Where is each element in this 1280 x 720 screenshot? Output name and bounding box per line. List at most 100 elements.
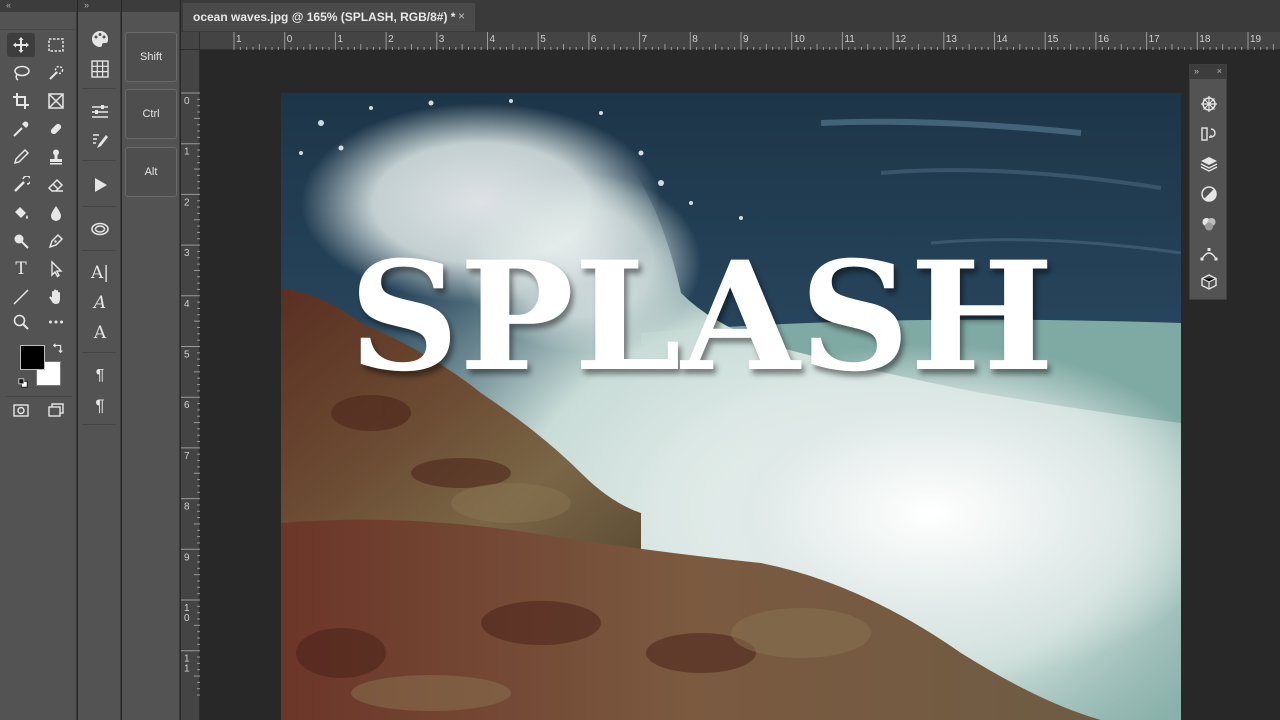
- ruler-tick-label: 8: [692, 34, 698, 45]
- photo-image: SPLASH: [281, 93, 1181, 720]
- ruler-tick-label: 5: [184, 350, 190, 361]
- history-icon[interactable]: [1198, 123, 1220, 145]
- ruler-tick-label: 19: [1250, 34, 1262, 45]
- ruler-tick-label: 1: [337, 34, 343, 45]
- swatches-grid-icon[interactable]: [85, 56, 115, 82]
- ruler-tick-label: 16: [1098, 34, 1110, 45]
- properties-dock: » A| A A ¶ ¶: [78, 0, 121, 720]
- glyphs-icon[interactable]: A: [85, 290, 115, 316]
- brush-settings-icon[interactable]: [85, 128, 115, 154]
- eyedropper-icon[interactable]: [7, 117, 35, 141]
- swap-colors-icon[interactable]: [50, 340, 66, 356]
- ruler-tick-label: 2: [184, 197, 190, 208]
- tools-collapse-button[interactable]: «: [0, 0, 76, 12]
- libraries-icon[interactable]: [85, 216, 115, 242]
- character-panel-icon[interactable]: A|: [85, 260, 115, 286]
- zoom-icon[interactable]: [7, 310, 35, 334]
- ruler-tick-label: 0: [184, 613, 190, 624]
- clone-stamp-icon[interactable]: [42, 145, 70, 169]
- ruler-tick-label: 13: [946, 34, 958, 45]
- ruler-tick-label: 6: [184, 400, 190, 411]
- foreground-color-swatch[interactable]: [20, 345, 45, 370]
- path-selection-icon[interactable]: [42, 257, 70, 281]
- right-panel-expand-icon[interactable]: »: [1194, 66, 1199, 76]
- ruler-tick-label: 18: [1199, 34, 1211, 45]
- ruler-origin[interactable]: [181, 32, 200, 50]
- tools-panel: « T: [0, 0, 77, 720]
- document-tab-title: ocean waves.jpg @ 165% (SPLASH, RGB/8#) …: [193, 10, 456, 24]
- character-styles-icon[interactable]: A: [85, 320, 115, 346]
- ruler-tick-label: 10: [794, 34, 806, 45]
- paths-icon[interactable]: [1198, 243, 1220, 265]
- vertical-ruler[interactable]: 01234567891011: [181, 50, 200, 720]
- ctrl-key-button[interactable]: Ctrl: [125, 89, 177, 139]
- default-colors-icon[interactable]: [16, 376, 30, 390]
- quick-mask-icon[interactable]: [7, 398, 35, 422]
- right-panel-header: » ×: [1190, 65, 1226, 79]
- crop-icon[interactable]: [7, 89, 35, 113]
- 3d-icon[interactable]: [1198, 271, 1220, 293]
- tools-grip[interactable]: [0, 12, 76, 30]
- healing-brush-icon[interactable]: [42, 117, 70, 141]
- ruler-tick-label: 14: [997, 34, 1009, 45]
- line-tool-icon[interactable]: [7, 285, 35, 309]
- keys-panel-header: [122, 0, 179, 12]
- document-tab[interactable]: ocean waves.jpg @ 165% (SPLASH, RGB/8#) …: [183, 3, 475, 31]
- paint-bucket-icon[interactable]: [7, 201, 35, 225]
- ocean-waves-photo[interactable]: SPLASH: [281, 93, 1181, 720]
- close-tab-icon[interactable]: ×: [458, 9, 465, 23]
- rectangular-marquee-icon[interactable]: [42, 33, 70, 57]
- channels-icon[interactable]: [1198, 213, 1220, 235]
- ruler-tick-label: 9: [184, 552, 190, 563]
- dock-separator: [82, 88, 116, 89]
- canvas-area[interactable]: SPLASH: [201, 51, 1280, 720]
- blur-drop-icon[interactable]: [42, 201, 70, 225]
- ruler-tick-label: 1: [184, 664, 190, 675]
- dock-separator: [82, 160, 116, 161]
- ruler-tick-label: 8: [184, 502, 190, 513]
- paragraph-icon[interactable]: ¶: [85, 393, 115, 419]
- actions-play-icon[interactable]: [85, 172, 115, 198]
- adjustments-icon[interactable]: [85, 99, 115, 125]
- paragraph-styles-icon[interactable]: ¶: [85, 363, 115, 389]
- alt-key-button[interactable]: Alt: [125, 147, 177, 197]
- color-palette-icon[interactable]: [85, 26, 115, 52]
- hand-icon[interactable]: [42, 285, 70, 309]
- frame-icon[interactable]: [42, 89, 70, 113]
- type-tool-icon[interactable]: T: [7, 257, 35, 281]
- dock-expand-button[interactable]: »: [78, 0, 120, 12]
- brush-icon[interactable]: [7, 145, 35, 169]
- ruler-tick-label: 3: [439, 34, 445, 45]
- ruler-tick-label: 7: [184, 451, 190, 462]
- lasso-icon[interactable]: [7, 61, 35, 85]
- dock-separator: [82, 424, 116, 425]
- ruler-tick-label: 0: [287, 34, 293, 45]
- eraser-icon[interactable]: [42, 173, 70, 197]
- move-tool-icon[interactable]: [7, 33, 35, 57]
- ruler-tick-label: 5: [540, 34, 546, 45]
- history-brush-icon[interactable]: [7, 173, 35, 197]
- dock-separator: [82, 206, 116, 207]
- adjustments-circle-icon[interactable]: [1198, 183, 1220, 205]
- quick-selection-icon[interactable]: [42, 61, 70, 85]
- dodge-icon[interactable]: [7, 229, 35, 253]
- ruler-tick-label: 1: [184, 147, 190, 158]
- tools-separator: [6, 396, 72, 397]
- shift-key-button[interactable]: Shift: [125, 32, 177, 82]
- layers-icon[interactable]: [1198, 153, 1220, 175]
- ruler-tick-label: 3: [184, 248, 190, 259]
- ruler-tick-label: 12: [895, 34, 907, 45]
- more-tools-icon[interactable]: [42, 310, 70, 334]
- ruler-tick-label: 6: [591, 34, 597, 45]
- horizontal-ruler[interactable]: 1 0 1 2 3 4 5 6 7 8 9 10 11 12 13 14 15 16 17 18 19: [200, 32, 1280, 50]
- pen-icon[interactable]: [42, 229, 70, 253]
- screen-mode-icon[interactable]: [42, 398, 70, 422]
- ruler-tick-label: 0: [184, 96, 190, 107]
- ruler-tick-label: 9: [743, 34, 749, 45]
- photoshop-window: « T » A| A A ¶ ¶ Shift Ctrl Alt ocean wa…: [0, 0, 1280, 720]
- navigator-icon[interactable]: [1198, 93, 1220, 115]
- dock-separator: [82, 250, 116, 251]
- right-panel-close-icon[interactable]: ×: [1217, 65, 1222, 78]
- ruler-tick-label: 2: [388, 34, 394, 45]
- splash-text-layer[interactable]: SPLASH: [349, 229, 1054, 405]
